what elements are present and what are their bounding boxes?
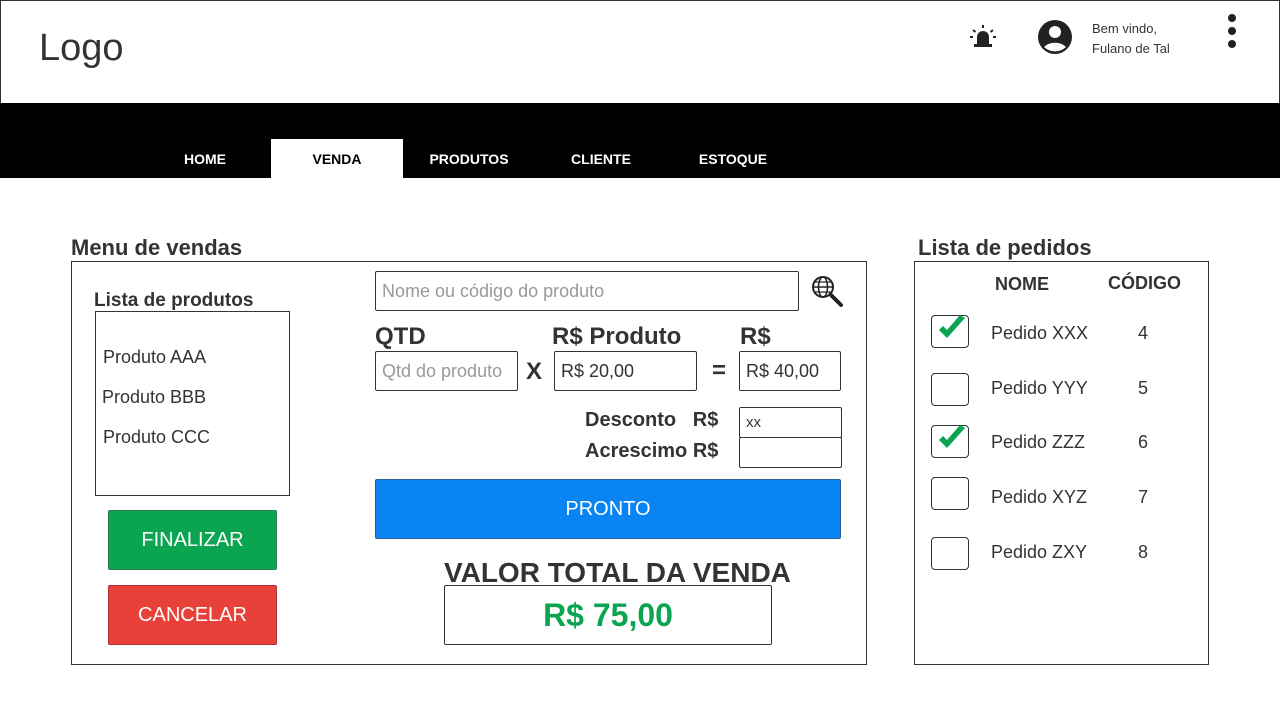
finalize-button[interactable]: FINALIZAR [108, 510, 277, 570]
alarm-icon[interactable] [969, 23, 997, 51]
equals-sign: = [712, 357, 727, 384]
order-name: Pedido ZZZ [991, 432, 1086, 452]
discount-field[interactable] [739, 407, 842, 438]
order-checkbox[interactable] [931, 477, 969, 510]
order-checkbox[interactable] [931, 373, 969, 406]
ready-button[interactable]: PRONTO [375, 479, 841, 539]
order-code: 7 [1138, 487, 1149, 507]
tab-produtos[interactable]: PRODUTOS [403, 139, 535, 179]
cancel-button[interactable]: CANCELAR [108, 585, 277, 645]
products-list-title: Lista de produtos [94, 290, 254, 311]
tab-estoque[interactable]: ESTOQUE [667, 139, 799, 179]
globe-search-icon[interactable] [810, 274, 844, 308]
order-name: Pedido YYY [991, 378, 1088, 398]
multiply-sign: X [526, 358, 543, 385]
discount-label: Desconto R$ [585, 409, 719, 431]
more-vertical-icon[interactable] [1221, 13, 1243, 51]
page: Logo Bem vindo, Fulano de Tal HOME VENDA… [0, 0, 1280, 720]
total-value: R$ 75,00 [444, 585, 772, 645]
tab-home[interactable]: HOME [139, 139, 271, 179]
subtotal-label: R$ [740, 323, 771, 350]
navbar: HOME VENDA PRODUTOS CLIENTE ESTOQUE [0, 103, 1280, 179]
order-code: 6 [1138, 432, 1149, 452]
list-item[interactable]: Produto BBB [102, 387, 206, 408]
quantity-label: QTD [375, 323, 426, 350]
quantity-field[interactable] [375, 351, 518, 391]
order-code: 5 [1138, 378, 1149, 398]
order-checkbox[interactable] [931, 315, 969, 348]
product-search-input[interactable] [375, 271, 799, 311]
welcome-username: Fulano de Tal [1092, 41, 1170, 56]
order-checkbox[interactable] [931, 537, 969, 570]
order-code: 4 [1138, 323, 1149, 343]
checkmark-icon [939, 315, 965, 338]
header: Logo Bem vindo, Fulano de Tal [0, 0, 1280, 104]
welcome-text: Bem vindo, Fulano de Tal [1092, 19, 1170, 59]
order-checkbox[interactable] [931, 425, 969, 458]
order-name: Pedido XXX [991, 323, 1089, 343]
order-name: Pedido ZXY [991, 542, 1088, 562]
checkmark-icon [939, 425, 965, 448]
subtotal-field[interactable] [739, 351, 841, 391]
welcome-greeting: Bem vindo, [1092, 21, 1158, 36]
logo: Logo [39, 27, 124, 69]
order-code: 8 [1138, 542, 1149, 562]
product-list: Produto AAA Produto BBB Produto CCC [95, 311, 290, 496]
orders-column-name: NOME [995, 274, 1049, 294]
surcharge-field[interactable] [739, 437, 842, 468]
orders-column-code: CÓDIGO [1108, 273, 1182, 293]
tab-cliente[interactable]: CLIENTE [535, 139, 667, 179]
list-item[interactable]: Produto AAA [103, 347, 206, 368]
avatar[interactable] [1037, 19, 1073, 55]
orders-title: Lista de pedidos [918, 235, 1092, 260]
list-item[interactable]: Produto CCC [103, 427, 210, 448]
price-label: R$ Produto [552, 323, 682, 350]
surcharge-label: Acrescimo R$ [585, 440, 719, 462]
order-name: Pedido XYZ [991, 487, 1088, 507]
tab-venda[interactable]: VENDA [271, 139, 403, 179]
nav-tabs: HOME VENDA PRODUTOS CLIENTE ESTOQUE [139, 139, 799, 179]
sales-menu-title: Menu de vendas [71, 235, 243, 260]
price-field[interactable] [554, 351, 697, 391]
